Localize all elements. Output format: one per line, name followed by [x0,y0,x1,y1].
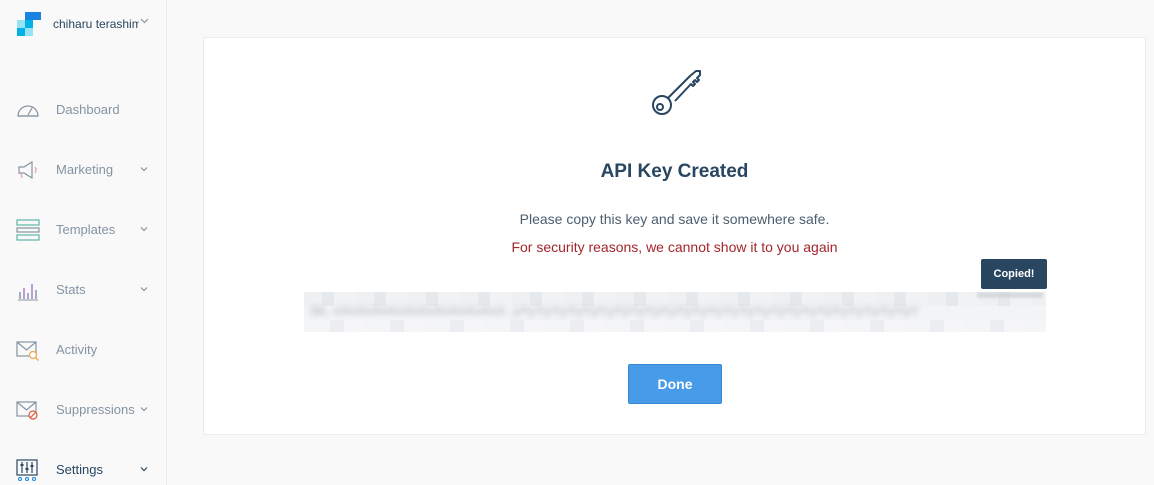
account-switcher[interactable]: chiharu terashima [17,11,157,37]
dialog-title: API Key Created [600,161,749,182]
envelope-blocked-icon [16,399,40,421]
bar-chart-icon [16,279,40,301]
account-name: chiharu terashima [53,17,139,31]
chevron-down-icon [139,401,149,412]
sidebar-item-label: Activity [56,342,98,357]
megaphone-icon [16,159,40,181]
sidebar-item-stats[interactable]: Stats [0,270,166,310]
sidebar-item-label: Suppressions [56,402,135,417]
api-key-created-card: API Key Created Please copy this key and… [203,37,1146,435]
chevron-down-icon [140,16,149,27]
sidebar-item-marketing[interactable]: Marketing [0,150,166,190]
sidebar: chiharu terashima Dashboard Marketing Te… [0,0,167,485]
sidebar-item-settings[interactable]: Settings [0,450,166,485]
chevron-down-icon [139,461,149,472]
copied-tooltip: Copied! [981,259,1047,289]
sidebar-item-label: Templates [56,222,116,237]
chevron-down-icon [139,281,149,292]
key-blur-overlay [977,292,1043,298]
api-key-field[interactable]: SG.xXxXxXxXxXxXxXxXxXxXxX.yYyYyYyYyYyYyY… [304,292,1046,332]
chevron-down-icon [139,161,149,172]
sliders-icon [16,459,40,481]
sidebar-item-suppressions[interactable]: Suppressions [0,390,166,430]
done-button[interactable]: Done [628,364,722,404]
key-icon [649,68,705,124]
gauge-icon [16,99,40,121]
api-key-value[interactable]: SG.xXxXxXxXxXxXxXxXxXxXxX.yYyYyYyYyYyYyY… [310,304,919,319]
sidebar-item-activity[interactable]: Activity [0,330,166,370]
sendgrid-logo [17,11,42,37]
sidebar-item-label: Settings [56,462,103,477]
security-warning: For security reasons, we cannot show it … [511,239,838,255]
dialog-description: Please copy this key and save it somewhe… [519,211,830,227]
chevron-down-icon [139,221,149,232]
templates-icon [16,219,40,241]
envelope-search-icon [16,339,40,361]
sidebar-item-templates[interactable]: Templates [0,210,166,250]
sidebar-item-label: Marketing [56,162,114,177]
sidebar-item-label: Dashboard [56,102,120,117]
key-blur-overlay [304,320,1046,332]
sidebar-item-label: Stats [56,282,86,297]
sidebar-item-dashboard[interactable]: Dashboard [0,90,166,130]
